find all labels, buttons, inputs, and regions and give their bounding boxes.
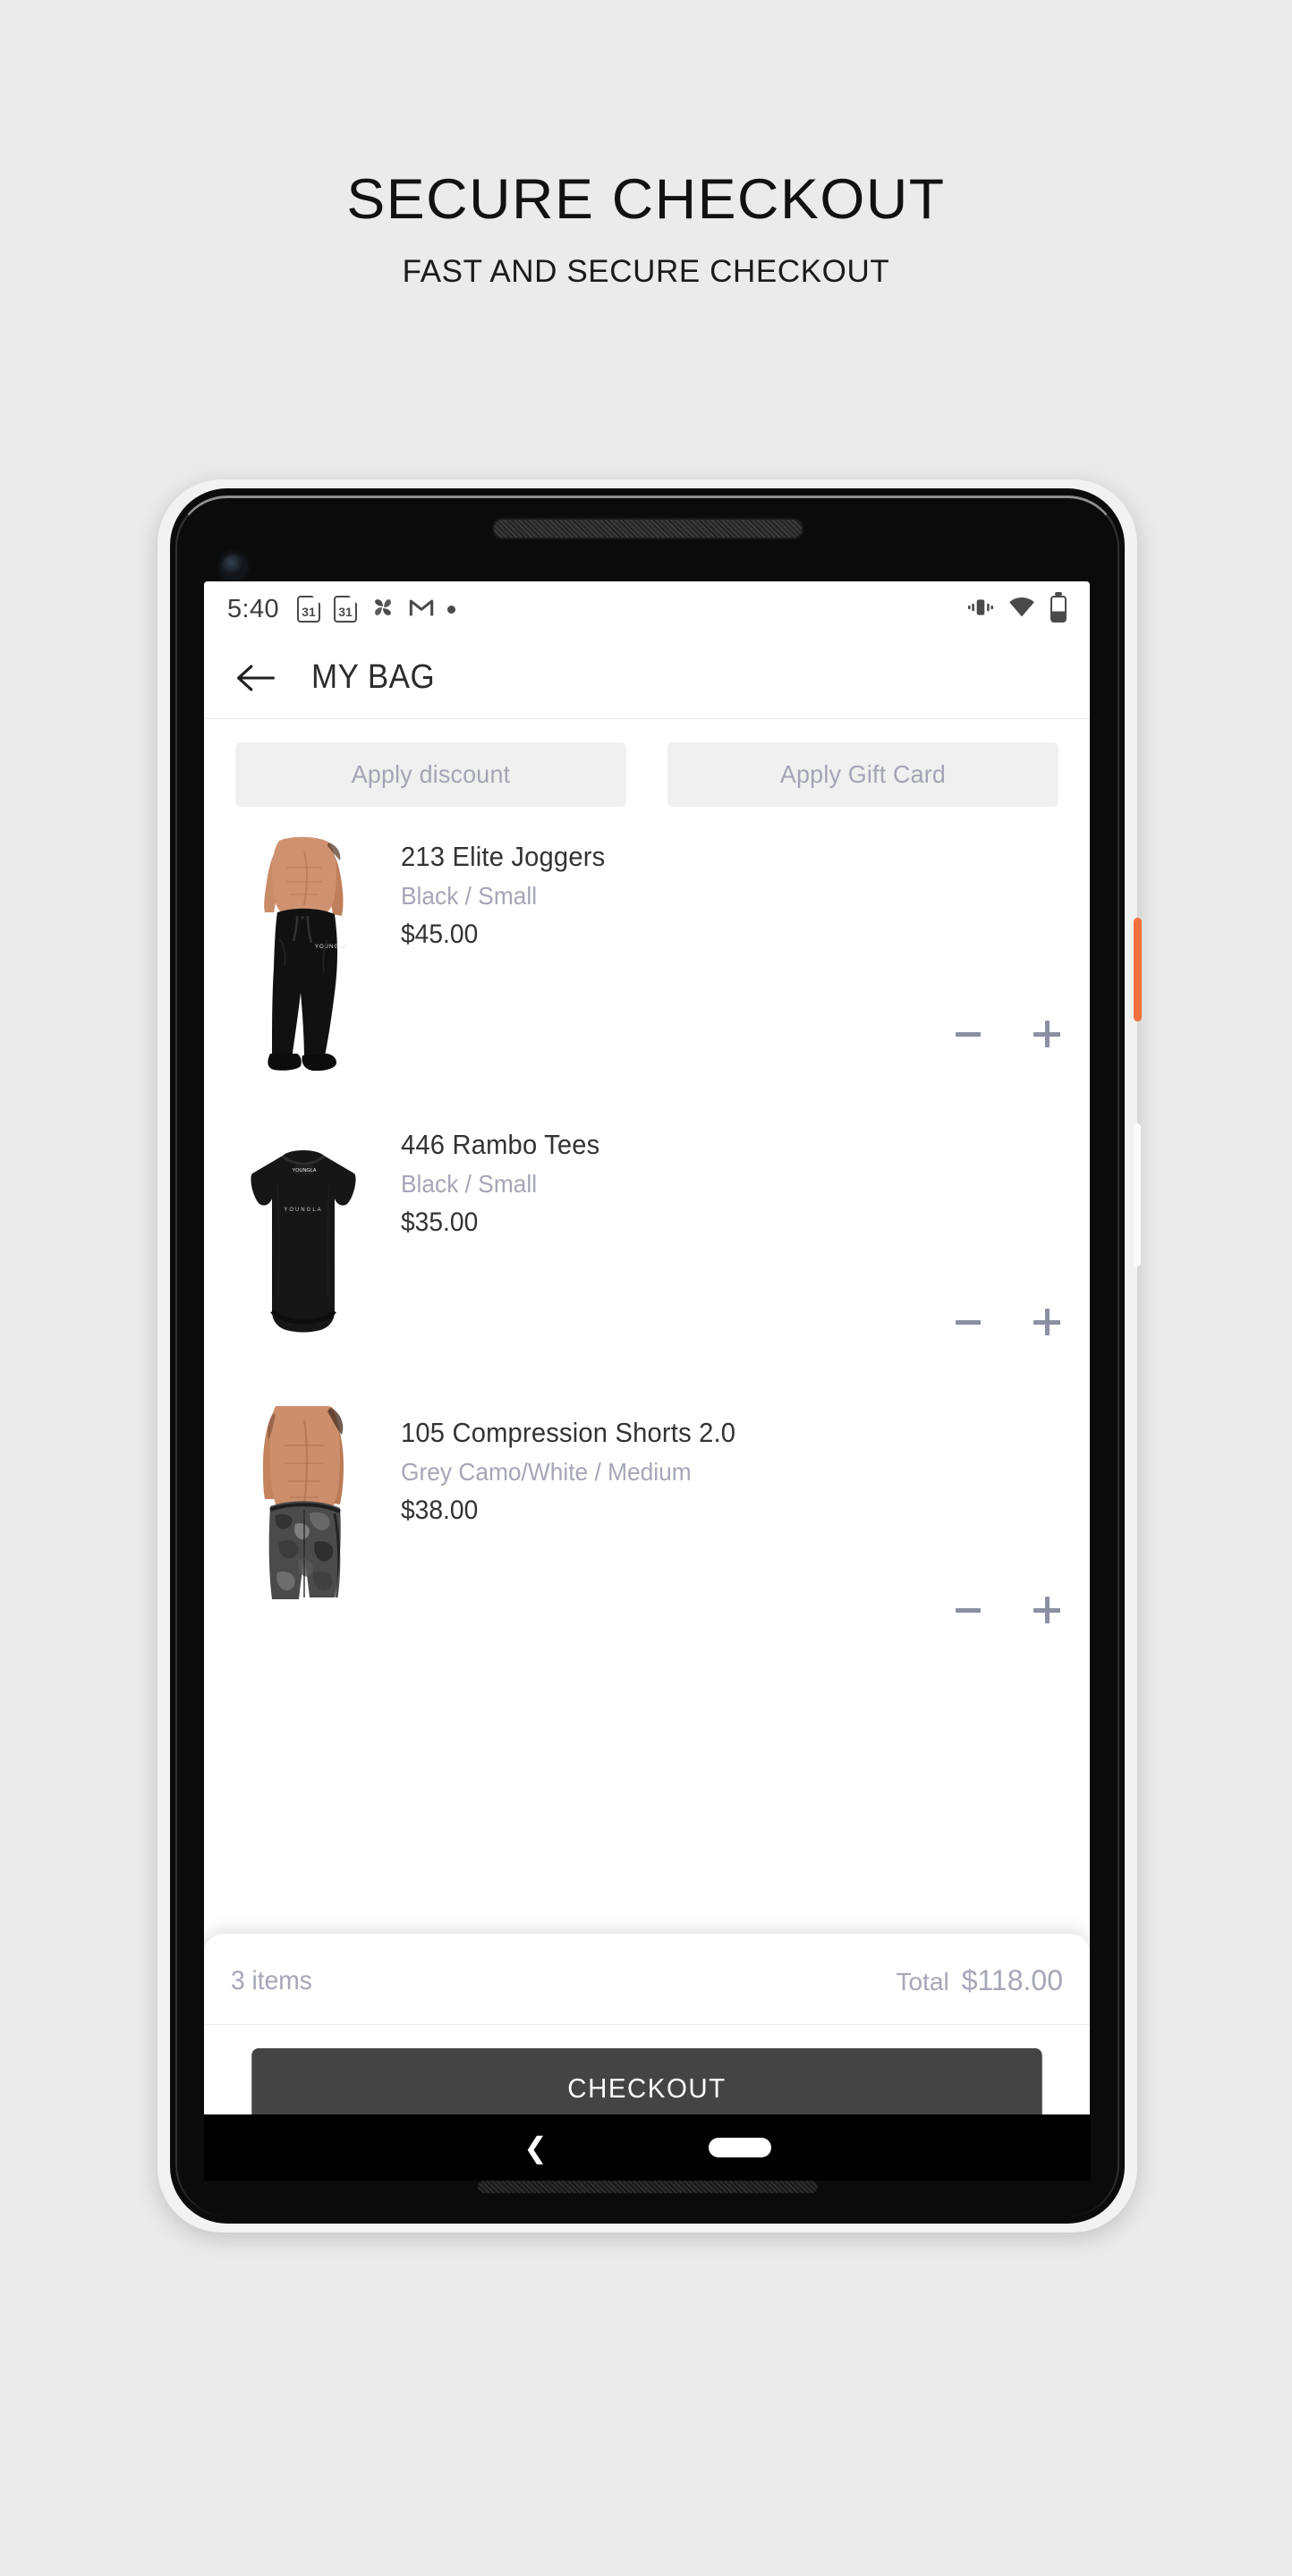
bottom-speaker-grille-icon <box>477 2181 818 2193</box>
app-bar: MY BAG <box>204 637 1090 719</box>
plus-icon <box>1033 1309 1060 1335</box>
calendar-31-icon: 31 <box>334 596 358 623</box>
power-button[interactable] <box>1134 918 1142 1021</box>
grey-camo-shorts-model-photo[interactable] <box>227 1406 379 1657</box>
cart-item-row[interactable]: YOUNGLA YOUNGLA 446 Rambo Tees Black / S… <box>227 1095 1067 1383</box>
cart-item-title: 105 Compression Shorts 2.0 <box>401 1417 736 1448</box>
quantity-stepper <box>948 1590 1067 1630</box>
cart-item-variant: Black / Small <box>401 1170 538 1198</box>
plus-icon <box>1033 1597 1060 1623</box>
total-label: Total <box>896 1968 949 1996</box>
cart-content: Apply discount Apply Gift Card YOUNGLA 2… <box>204 719 1090 2156</box>
cart-item-row[interactable]: 105 Compression Shorts 2.0 Grey Camo/Whi… <box>227 1383 1067 1671</box>
status-bar-clock: 5:40 <box>227 594 280 623</box>
status-bar-notification-icons: 31 31 <box>297 595 456 624</box>
minus-icon <box>956 1607 981 1613</box>
phone-mockup: 5:40 31 31 MY BAG Apply discount Apply G… <box>157 479 1142 2233</box>
promo-header: SECURE CHECKOUT FAST AND SECURE CHECKOUT <box>0 170 1292 290</box>
cart-item-info: 213 Elite Joggers Black / Small $45.00 <box>379 830 1067 1095</box>
minus-icon <box>956 1031 981 1037</box>
page-title: SECURE CHECKOUT <box>346 168 946 231</box>
nav-back-icon[interactable]: ❮ <box>523 2133 548 2162</box>
plus-icon <box>1033 1021 1060 1047</box>
cart-item-price: $35.00 <box>401 1208 479 1237</box>
black-joggers-model-photo[interactable]: YOUNGLA <box>227 830 379 1080</box>
nav-home-pill-icon[interactable] <box>708 2138 771 2157</box>
cart-item-variant: Black / Small <box>401 882 538 910</box>
minus-icon <box>956 1319 981 1325</box>
quantity-stepper <box>948 1302 1067 1342</box>
quantity-stepper <box>948 1014 1067 1054</box>
svg-text:YOUNGLA: YOUNGLA <box>293 1168 317 1174</box>
increase-quantity-button[interactable] <box>1027 1590 1067 1630</box>
battery-icon <box>1050 596 1067 623</box>
status-bar: 5:40 31 31 <box>204 581 1090 637</box>
totals-row: 3 items Total $118.00 <box>204 1934 1090 2025</box>
promo-screenshot-page: SECURE CHECKOUT FAST AND SECURE CHECKOUT… <box>0 0 1292 2576</box>
cart-item-price: $38.00 <box>401 1496 479 1525</box>
decrease-quantity-button[interactable] <box>948 1014 988 1054</box>
status-bar-system-icons <box>968 596 1067 623</box>
page-title: MY BAG <box>311 658 436 696</box>
photos-pinwheel-icon <box>370 595 395 624</box>
cart-item-list: YOUNGLA 213 Elite Joggers Black / Small … <box>204 807 1090 1671</box>
svg-text:YOUNGLA: YOUNGLA <box>284 1208 322 1213</box>
cart-item-row[interactable]: YOUNGLA 213 Elite Joggers Black / Small … <box>227 807 1067 1095</box>
cart-item-title: 446 Rambo Tees <box>401 1129 600 1160</box>
volume-rocker-button[interactable] <box>1134 1123 1141 1267</box>
front-camera-icon <box>222 555 245 578</box>
total-value: $118.00 <box>961 1964 1063 1996</box>
cart-item-info: 105 Compression Shorts 2.0 Grey Camo/Whi… <box>379 1406 1067 1671</box>
total-wrapper: Total $118.00 <box>897 1964 1063 1997</box>
cart-item-info: 446 Rambo Tees Black / Small $35.00 <box>379 1118 1067 1383</box>
increase-quantity-button[interactable] <box>1027 1014 1067 1054</box>
apply-discount-button[interactable]: Apply discount <box>235 742 626 807</box>
cart-item-variant: Grey Camo/White / Medium <box>401 1458 692 1486</box>
phone-screen: 5:40 31 31 MY BAG Apply discount Apply G… <box>204 581 1090 2156</box>
cart-item-title: 213 Elite Joggers <box>401 841 606 872</box>
item-count-label: 3 items <box>231 1965 312 1996</box>
gmail-icon <box>409 597 434 623</box>
page-subtitle: FAST AND SECURE CHECKOUT <box>402 254 890 290</box>
apply-gift-card-button[interactable]: Apply Gift Card <box>667 742 1058 807</box>
promo-code-actions: Apply discount Apply Gift Card <box>204 719 1090 807</box>
svg-text:YOUNGLA: YOUNGLA <box>315 945 347 950</box>
cart-item-price: $45.00 <box>401 919 479 949</box>
calendar-31-icon: 31 <box>297 596 321 623</box>
android-navigation-bar: ❮ <box>204 2114 1091 2181</box>
wifi-icon <box>1008 597 1035 623</box>
decrease-quantity-button[interactable] <box>948 1302 988 1342</box>
increase-quantity-button[interactable] <box>1027 1302 1067 1342</box>
earpiece-speaker-icon <box>491 518 803 539</box>
dot-icon <box>447 605 456 614</box>
back-arrow-icon[interactable] <box>231 653 281 703</box>
decrease-quantity-button[interactable] <box>948 1590 988 1630</box>
vibrate-icon <box>968 596 993 623</box>
black-tee-flatlay-photo[interactable]: YOUNGLA YOUNGLA <box>227 1118 379 1368</box>
